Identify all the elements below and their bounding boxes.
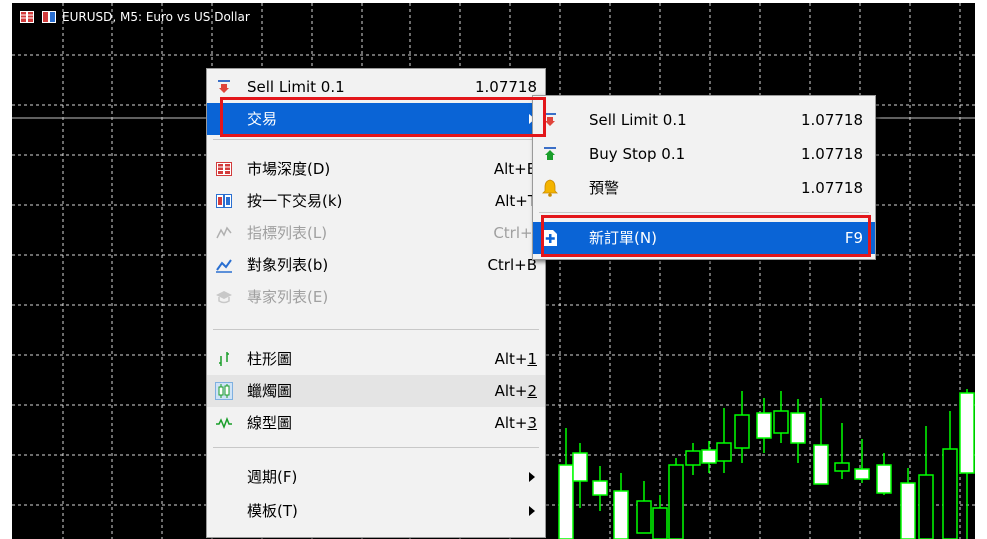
buy-stop-icon [541,145,559,163]
menu-separator [213,447,539,448]
template-label: 模板(T) [247,502,298,520]
menu-item-period[interactable]: 週期(F) [207,461,545,493]
menu-item-template[interactable]: 模板(T) [207,495,545,527]
candle-body [558,464,574,539]
candle-body [959,392,975,474]
candlestick-label: 蠟燭圖 [247,382,293,400]
candle-body [900,482,916,539]
indicators-list-label: 指標列表(L) [247,224,328,242]
candle-body [834,462,850,472]
candle-body [652,507,668,539]
objects-list-shortcut: Ctrl+B [487,256,537,274]
new-order-icon [541,229,559,247]
indicators-list-shortcut: Ctrl+I [493,224,537,242]
submenu-arrow-icon [529,472,535,482]
candlestick-icon [215,382,233,400]
candle-body [668,464,684,539]
candle-body [942,448,958,539]
submenu-item-alert[interactable]: 預警 1.07718 [533,172,875,204]
expert-list-label: 專家列表(E) [247,288,329,306]
menu-item-depth-of-market[interactable]: 市場深度(D) Alt+B [207,153,545,185]
menu-item-bar-chart[interactable]: 柱形圖 Alt+1 [207,343,545,375]
sell-limit-label: Sell Limit 0.1 [247,78,345,96]
submenu-item-buy-stop[interactable]: Buy Stop 0.1 1.07718 [533,138,875,170]
candle-body [636,500,652,534]
menu-item-indicators-list[interactable]: 指標列表(L) Ctrl+I [207,217,545,249]
submenu-sell-limit-label: Sell Limit 0.1 [589,111,687,129]
menu-item-one-click-trading[interactable]: 按一下交易(k) Alt+T [207,185,545,217]
chart-title: EURUSD, M5: Euro vs US Dollar [62,10,250,24]
sell-limit-icon [541,111,559,129]
bar-chart-shortcut: Alt+1 [494,350,537,368]
trading-submenu: Sell Limit 0.1 1.07718 Buy Stop 0.1 1.07… [532,95,876,260]
candlestick-shortcut: Alt+2 [494,382,537,400]
menu-item-sell-limit[interactable]: Sell Limit 0.1 1.07718 [207,71,545,103]
submenu-buy-stop-label: Buy Stop 0.1 [589,145,686,163]
candle-body [756,412,772,439]
submenu-arrow-icon [529,506,535,516]
menu-item-objects-list[interactable]: 對象列表(b) Ctrl+B [207,249,545,281]
one-click-trading-label: 按一下交易(k) [247,192,343,210]
candle-body [734,414,750,449]
candle-body [813,444,829,485]
submenu-buy-stop-price: 1.07718 [800,145,863,163]
period-label: 週期(F) [247,468,298,486]
menu-separator [213,139,539,140]
one-click-trading-icon [215,192,233,210]
menu-item-candlestick[interactable]: 蠟燭圖 Alt+2 [207,375,545,407]
new-order-shortcut: F9 [844,229,863,247]
depth-of-market-icon [215,160,233,178]
candle-body [790,412,806,444]
candle-body [716,442,732,462]
objects-list-label: 對象列表(b) [247,256,329,274]
expert-list-icon [215,288,233,306]
submenu-item-sell-limit[interactable]: Sell Limit 0.1 1.07718 [533,104,875,136]
alert-bell-icon [541,179,559,197]
candle-body [701,449,717,464]
depth-of-market-shortcut: Alt+B [493,160,537,178]
one-click-trading-shortcut: Alt+T [494,192,537,210]
sell-limit-price: 1.07718 [474,78,537,96]
submenu-alert-price: 1.07718 [800,179,863,197]
candle-body [685,450,701,466]
candle-body [773,410,789,434]
sell-limit-icon [215,78,233,96]
indicators-list-icon [215,224,233,242]
menu-separator [213,329,539,330]
depth-of-market-icon [20,11,34,23]
chart-title-bar: EURUSD, M5: Euro vs US Dollar [12,7,250,27]
candle-body [854,468,870,480]
submenu-alert-label: 預警 [589,179,620,197]
candle-body [613,490,629,539]
menu-item-trading[interactable]: 交易 [207,103,545,135]
trading-label: 交易 [247,110,278,128]
chart-context-menu: Sell Limit 0.1 1.07718 交易 市場深度(D) Alt+B … [206,68,546,538]
menu-separator [539,212,869,213]
bar-chart-label: 柱形圖 [247,350,293,368]
bar-chart-icon [215,350,233,368]
candle-body [572,452,588,482]
menu-item-line-chart[interactable]: 線型圖 Alt+3 [207,407,545,439]
candle-body [918,474,934,539]
line-chart-shortcut: Alt+3 [494,414,537,432]
objects-list-icon [215,256,233,274]
line-chart-icon [215,414,233,432]
submenu-sell-limit-price: 1.07718 [800,111,863,129]
one-click-trading-icon [42,11,56,23]
line-chart-label: 線型圖 [247,414,293,432]
new-order-label: 新訂單(N) [589,229,657,247]
depth-of-market-label: 市場深度(D) [247,160,331,178]
candle-body [876,464,892,494]
candle-body [592,480,608,496]
submenu-item-new-order[interactable]: 新訂單(N) F9 [533,222,875,254]
menu-item-expert-list[interactable]: 專家列表(E) [207,281,545,313]
